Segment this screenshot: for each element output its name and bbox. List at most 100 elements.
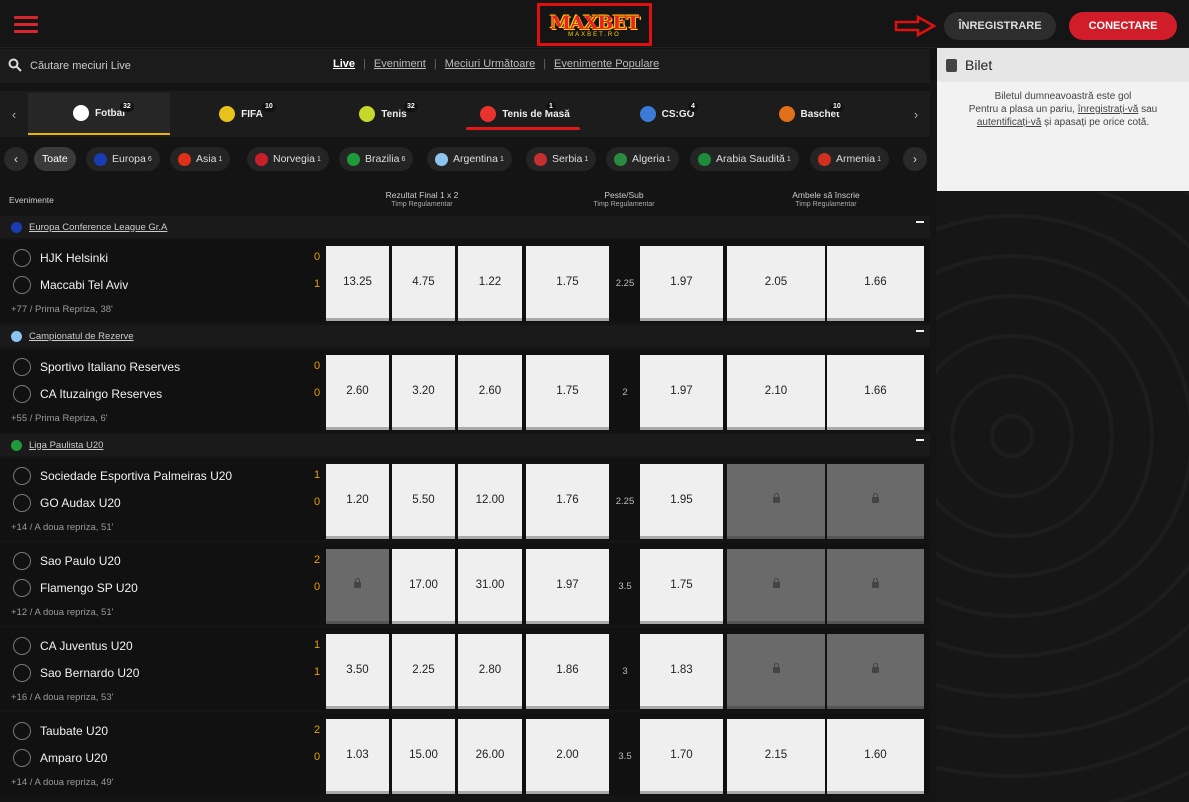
country-chip-5[interactable]: Argentina 1 [427,147,512,171]
team-home[interactable]: Sao Paulo U20 [13,551,121,571]
country-chip-7[interactable]: Algeria 1 [606,147,679,171]
country-chip-4[interactable]: Brazilia 6 [339,147,414,171]
odd-button[interactable]: 4.75 [392,246,455,321]
country-chip-1[interactable]: Europa 6 [86,147,160,171]
odd-button[interactable]: 1.97 [526,549,609,624]
league-header: Liga Paulista U20 [0,434,930,456]
odd-button[interactable]: 1.75 [526,355,609,430]
country-chip-6[interactable]: Serbia 1 [526,147,597,171]
team-logo-icon [13,249,31,267]
country-chip-9[interactable]: Armenia 1 [810,147,890,171]
odd-button[interactable]: 2.80 [458,634,522,709]
odd-button[interactable]: 1.86 [526,634,609,709]
odd-button[interactable]: 2.60 [326,355,389,430]
country-count: 1 [499,155,504,163]
over-under-line: 2.25 [615,496,635,507]
sport-tab-label: Tenis [381,108,407,120]
odd-button[interactable]: 3.50 [326,634,389,709]
league-name[interactable]: Liga Paulista U20 [29,440,103,451]
team-away[interactable]: Sao Bernardo U20 [13,663,139,683]
live-nav-1[interactable]: Eveniment [374,58,426,70]
country-chip-3[interactable]: Norvegia 1 [247,147,329,171]
odd-button[interactable]: 1.03 [326,719,389,794]
country-count: 1 [877,155,882,163]
live-nav-2[interactable]: Meciuri Următoare [445,58,535,70]
odd-button[interactable]: 1.83 [640,634,723,709]
country-chip-2[interactable]: Asia 1 [170,147,231,171]
team-home[interactable]: Taubate U20 [13,721,108,741]
odd-button[interactable]: 2.15 [727,719,825,794]
odd-button[interactable]: 1.97 [640,246,723,321]
odd-button[interactable]: 1.75 [640,549,723,624]
login-button[interactable]: CONECTARE [1069,12,1177,40]
sport-tab-1[interactable]: FIFA 10 [170,93,312,135]
odd-button[interactable]: 17.00 [392,549,455,624]
register-button[interactable]: ÎNREGISTRARE [944,12,1056,40]
odd-button[interactable]: 1.75 [526,246,609,321]
bet-ticket-panel: Bilet Biletul dumneavoastră este gol Pen… [937,48,1189,191]
odd-button[interactable]: 2.00 [526,719,609,794]
league-name[interactable]: Campionatul de Rezerve [29,331,134,342]
odd-button[interactable]: 2.60 [458,355,522,430]
odd-button[interactable]: 15.00 [392,719,455,794]
team-away[interactable]: GO Audax U20 [13,493,121,513]
odd-button[interactable]: 1.66 [827,355,924,430]
odd-button[interactable]: 5.50 [392,464,455,539]
sport-tab-4[interactable]: CS:GO 4 [596,93,738,135]
team-home[interactable]: Sociedade Esportiva Palmeiras U20 [13,466,232,486]
odd-button[interactable]: 1.20 [326,464,389,539]
team-home[interactable]: HJK Helsinki [13,248,108,268]
countries-next-arrow-icon[interactable]: › [903,147,927,171]
maxbet-logo[interactable]: MAXBET MAXBET.RO [537,3,652,46]
team-home[interactable]: CA Juventus U20 [13,636,133,656]
team-away[interactable]: Flamengo SP U20 [13,578,138,598]
btts-header: Ambele să înscrie Timp Regulamentar [728,190,924,210]
country-chip-0[interactable]: Toate [34,147,76,171]
over-under-sub: Timp Regulamentar [593,201,655,208]
team-away[interactable]: Maccabi Tel Aviv [13,275,128,295]
country-chip-8[interactable]: Arabia Saudită 1 [690,147,799,171]
sports-prev-arrow-icon[interactable]: ‹ [0,91,28,137]
odd-button[interactable]: 1.76 [526,464,609,539]
sports-next-arrow-icon[interactable]: › [902,91,930,137]
sport-tab-2[interactable]: Tenis 32 [312,93,454,135]
search-input[interactable] [30,57,280,75]
odd-button[interactable]: 1.70 [640,719,723,794]
odd-button[interactable]: 2.05 [727,246,825,321]
countries-prev-arrow-icon[interactable]: ‹ [4,147,28,171]
odd-button[interactable]: 1.97 [640,355,723,430]
match-row: CA Juventus U20 1 Sao Bernardo U20 1 +16 / A… [0,628,930,710]
collapse-icon[interactable] [916,330,924,332]
odd-button[interactable]: 2.10 [727,355,825,430]
register-link[interactable]: înregistrați-vă [1078,104,1139,115]
odd-button[interactable]: 1.60 [827,719,924,794]
odd-button[interactable]: 12.00 [458,464,522,539]
locked-odd [326,549,389,624]
search-icon[interactable] [8,58,22,72]
login-link[interactable]: autentificați-vă [977,117,1041,128]
country-flag-icon [347,152,360,166]
odd-button[interactable]: 1.95 [640,464,723,539]
team-away[interactable]: CA Ituzaingo Reserves [13,384,162,404]
odd-button[interactable]: 13.25 [326,246,389,321]
live-nav-0[interactable]: Live [333,58,355,70]
locked-odd [827,464,924,539]
league-name[interactable]: Europa Conference League Gr.A [29,222,167,233]
hamburger-menu-icon[interactable] [14,16,38,34]
logo-subtext: MAXBET.RO [568,31,621,38]
sport-tab-5[interactable]: Baschet 10 [738,93,880,135]
collapse-icon[interactable] [916,439,924,441]
odd-button[interactable]: 2.25 [392,634,455,709]
odd-button[interactable]: 1.22 [458,246,522,321]
odd-button[interactable]: 1.66 [827,246,924,321]
odd-button[interactable]: 3.20 [392,355,455,430]
live-nav-3[interactable]: Evenimente Populare [554,58,659,70]
match-info: +14 / A doua repriza, 49' [11,777,114,788]
team-away[interactable]: Amparo U20 [13,748,107,768]
collapse-icon[interactable] [916,221,924,223]
team-home[interactable]: Sportivo Italiano Reserves [13,357,180,377]
sport-tab-0[interactable]: Fotbal 32 [28,93,170,135]
live-nav: Live | Eveniment | Meciuri Următoare | Evenime… [333,58,659,70]
odd-button[interactable]: 31.00 [458,549,522,624]
odd-button[interactable]: 26.00 [458,719,522,794]
